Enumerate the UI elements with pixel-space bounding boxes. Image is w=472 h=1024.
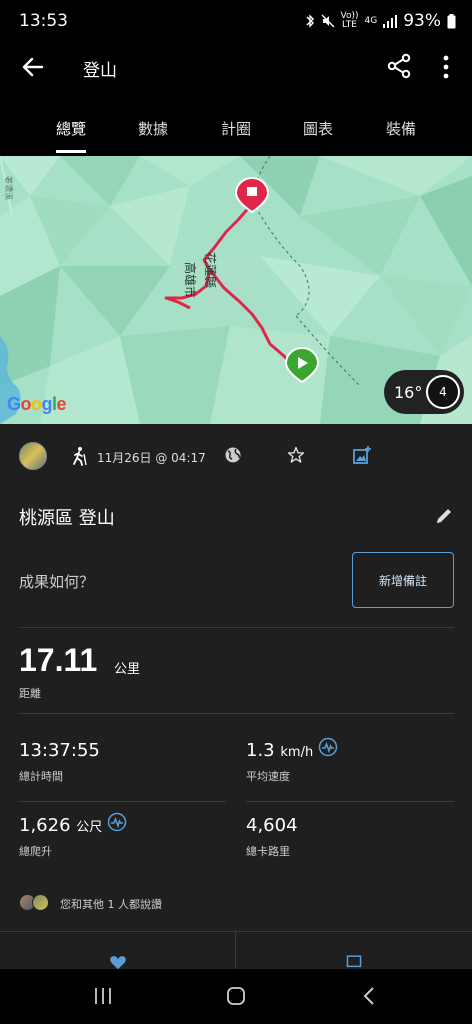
- wind-icon: 4: [426, 375, 460, 409]
- calories-value: 4,604: [246, 815, 298, 836]
- total-time-value: 13:37:55: [19, 740, 100, 761]
- likes-avatars[interactable]: [19, 894, 53, 912]
- battery-icon: [447, 13, 456, 28]
- tab-data[interactable]: 數據: [132, 100, 174, 154]
- tab-charts[interactable]: 圖表: [297, 100, 339, 154]
- more-vertical-icon[interactable]: [436, 53, 456, 81]
- signal-icon: [383, 14, 398, 28]
- system-nav-bar: [0, 969, 472, 1024]
- add-photo-icon[interactable]: [352, 445, 372, 465]
- edit-pencil-icon[interactable]: [434, 506, 454, 526]
- heart-icon[interactable]: [106, 954, 130, 970]
- total-ascent-label: 總爬升: [19, 845, 52, 858]
- back-nav-icon[interactable]: [362, 986, 376, 1006]
- avg-speed-stat: 1.3 km/h: [246, 740, 313, 761]
- map-label-river: 荖濃溪: [4, 176, 14, 200]
- activity-meta-row: 11月26日 @ 04:17: [0, 424, 472, 488]
- likes-text[interactable]: 您和其他 1 人都說讚: [60, 896, 162, 912]
- divider: [19, 713, 454, 714]
- activity-date: 11月26日 @ 04:17: [97, 451, 206, 465]
- temperature-text: 16°: [394, 382, 423, 402]
- activity-summary: 11月26日 @ 04:17 桃源區 登山 成果如何？ 新增備註 17.11 公…: [0, 424, 472, 970]
- divider: [19, 801, 226, 802]
- map-label-county-b: 高雄市: [183, 262, 198, 298]
- status-bar: 13:53 Vo)) LTE 4G 93%: [0, 0, 472, 44]
- weather-badge: 16° 4: [384, 370, 464, 414]
- map-label-county-a: 花蓮縣: [203, 252, 218, 288]
- tab-laps[interactable]: 計圈: [215, 100, 257, 154]
- hiking-icon: [73, 447, 87, 466]
- divider: [235, 932, 236, 970]
- calories-stat: 4,604: [246, 815, 298, 836]
- tab-bar: 總覽 數據 計圈 圖表 裝備: [0, 100, 472, 154]
- active-tab-indicator: [56, 150, 86, 153]
- action-bar: [0, 931, 472, 970]
- mute-icon: [321, 14, 334, 28]
- avg-speed-label: 平均速度: [246, 770, 290, 783]
- star-icon[interactable]: [287, 446, 305, 464]
- google-logo: Google: [7, 394, 67, 414]
- total-ascent-unit: 公尺: [76, 820, 103, 835]
- calories-label: 總卡路里: [246, 845, 290, 858]
- total-ascent-stat: 1,626 公尺: [19, 815, 102, 836]
- distance-unit: 公里: [114, 662, 141, 677]
- tab-gear[interactable]: 裝備: [380, 100, 422, 154]
- recent-apps-icon[interactable]: [92, 987, 114, 1005]
- avatar[interactable]: [19, 442, 47, 470]
- total-ascent-value: 1,626: [19, 815, 71, 836]
- activity-title: 桃源區 登山: [19, 508, 115, 529]
- distance-value: 17.11: [19, 642, 98, 678]
- home-icon[interactable]: [226, 986, 246, 1006]
- divider: [19, 627, 454, 628]
- network-label: 4G: [364, 15, 378, 26]
- wind-speed-text: 4: [439, 385, 447, 399]
- app-bar: 登山: [0, 44, 472, 90]
- feel-question: 成果如何？: [19, 573, 95, 591]
- distance-label: 距離: [19, 687, 41, 700]
- arrow-left-icon[interactable]: [20, 54, 46, 80]
- divider: [246, 801, 454, 802]
- comment-icon[interactable]: [342, 954, 366, 970]
- add-note-button[interactable]: 新增備註: [352, 552, 454, 608]
- share-icon[interactable]: [386, 53, 412, 79]
- globe-icon[interactable]: [224, 446, 242, 464]
- page-title: 登山: [83, 61, 117, 81]
- tab-overview[interactable]: 總覽: [50, 100, 92, 154]
- total-time-stat: 13:37:55: [19, 740, 100, 761]
- pulse-chart-icon[interactable]: [107, 812, 127, 832]
- status-icons: Vo)) LTE 4G 93%: [305, 11, 457, 31]
- bluetooth-icon: [306, 14, 314, 28]
- pulse-chart-icon[interactable]: [318, 737, 338, 757]
- avg-speed-value: 1.3: [246, 740, 275, 761]
- avg-speed-unit: km/h: [280, 745, 314, 760]
- avatar: [32, 894, 49, 911]
- volte-label: Vo)) LTE: [340, 11, 359, 30]
- battery-percent: 93%: [403, 11, 441, 31]
- total-time-label: 總計時間: [19, 770, 63, 783]
- status-time: 13:53: [19, 11, 68, 31]
